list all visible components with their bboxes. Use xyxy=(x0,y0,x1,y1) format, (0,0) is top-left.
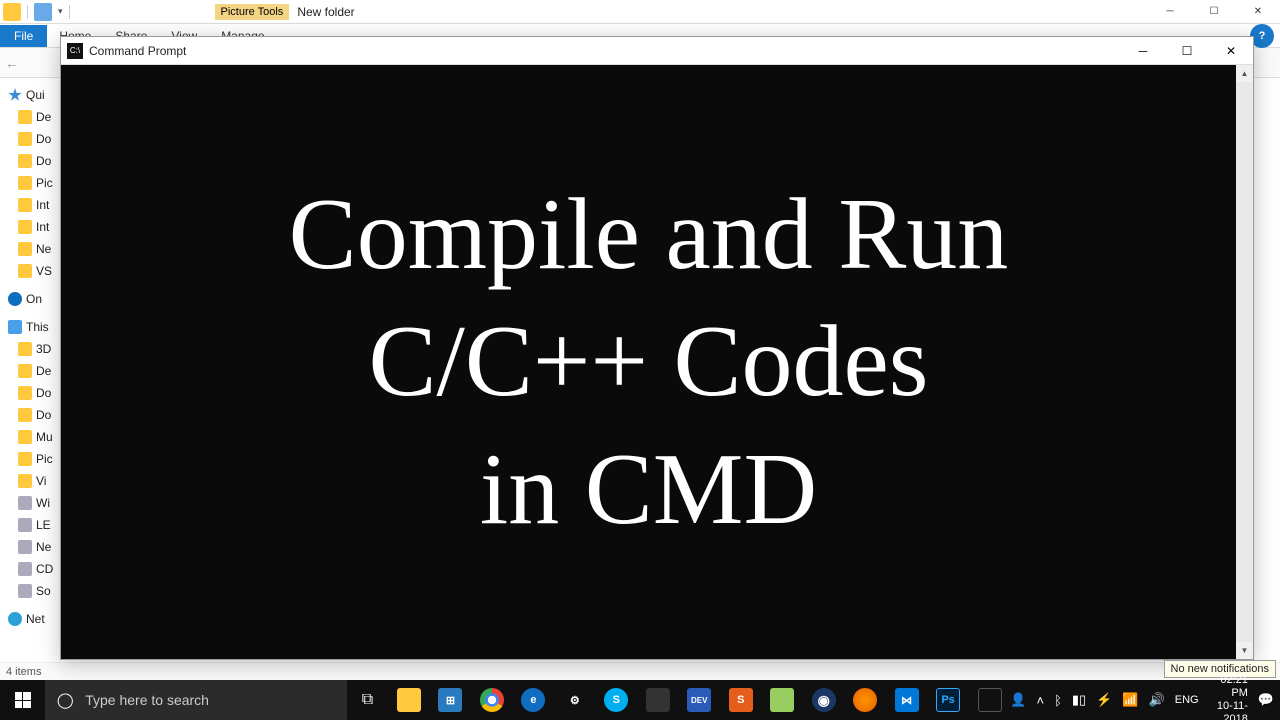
clock[interactable]: 02:21 PM 10-11-2018 xyxy=(1209,674,1248,726)
network[interactable]: Net xyxy=(0,608,60,630)
cmd-titlebar[interactable]: C:\ Command Prompt ─ ☐ ✕ xyxy=(61,37,1253,65)
navigation-pane[interactable]: Qui De Do Do Pic Int Int Ne VS On This 3… xyxy=(0,78,60,662)
taskbar-app-notepad[interactable] xyxy=(761,680,802,720)
folder-icon xyxy=(3,3,21,21)
taskbar-app-explorer[interactable] xyxy=(388,680,429,720)
file-tab[interactable]: File xyxy=(0,25,47,47)
minimize-button[interactable]: ─ xyxy=(1121,37,1165,65)
qat-dropdown-icon[interactable]: ▾ xyxy=(58,6,63,17)
taskbar-app-settings[interactable]: ⚙ xyxy=(554,680,595,720)
sidebar-item[interactable]: De xyxy=(0,360,60,382)
sidebar-item[interactable]: VS xyxy=(0,260,60,282)
power-icon[interactable]: ⚡ xyxy=(1096,692,1112,708)
sidebar-item[interactable]: 3D xyxy=(0,338,60,360)
sidebar-item[interactable]: Int xyxy=(0,216,60,238)
this-pc[interactable]: This xyxy=(0,316,60,338)
close-button[interactable]: ✕ xyxy=(1236,0,1280,24)
command-prompt-window: C:\ Command Prompt ─ ☐ ✕ Compile and Run… xyxy=(60,36,1254,660)
sidebar-item[interactable]: Vi xyxy=(0,470,60,492)
overlay-text-line3: in CMD xyxy=(480,431,817,548)
overlay-text-line2: C/C++ Codes xyxy=(369,303,929,420)
cmd-content-area[interactable]: Compile and Run C/C++ Codes in CMD xyxy=(61,65,1236,659)
maximize-button[interactable]: ☐ xyxy=(1165,37,1209,65)
taskbar-app-devcpp[interactable]: DEV xyxy=(679,680,720,720)
cmd-title-text: Command Prompt xyxy=(89,44,186,58)
sidebar-item[interactable]: Do xyxy=(0,382,60,404)
taskbar-app-sublime[interactable]: S xyxy=(720,680,761,720)
task-view-button[interactable]: ⧉ xyxy=(347,680,388,720)
taskbar-app-firefox[interactable] xyxy=(844,680,885,720)
taskbar-app[interactable] xyxy=(637,680,678,720)
qat-item[interactable] xyxy=(34,3,52,21)
sidebar-item[interactable]: Pic xyxy=(0,448,60,470)
sidebar-item[interactable]: Do xyxy=(0,404,60,426)
minimize-button[interactable]: ─ xyxy=(1148,0,1192,24)
status-bar: 4 items xyxy=(0,662,1280,680)
search-placeholder: Type here to search xyxy=(85,692,209,708)
sidebar-item[interactable]: Pic xyxy=(0,172,60,194)
language-indicator[interactable]: ENG xyxy=(1175,694,1199,706)
tray-chevron-icon[interactable]: ˄ xyxy=(1036,693,1044,708)
sidebar-item[interactable]: De xyxy=(0,106,60,128)
taskbar-app-edge[interactable]: e xyxy=(513,680,554,720)
quick-access-toolbar: ▾ Picture Tools New folder ─ ☐ ✕ xyxy=(0,0,1280,24)
sidebar-item[interactable]: Do xyxy=(0,150,60,172)
volume-icon[interactable]: 🔊 xyxy=(1149,692,1165,708)
quick-access[interactable]: Qui xyxy=(0,84,60,106)
taskbar-app-cmd[interactable] xyxy=(969,680,1010,720)
wifi-icon[interactable]: 📶 xyxy=(1122,692,1138,708)
taskbar-app-skype[interactable]: S xyxy=(596,680,637,720)
action-center-icon[interactable]: 💬 xyxy=(1258,692,1274,708)
sidebar-item[interactable]: Do xyxy=(0,128,60,150)
sidebar-item[interactable]: CD xyxy=(0,558,60,580)
item-count: 4 items xyxy=(6,666,41,678)
taskbar-app-photoshop[interactable]: Ps xyxy=(927,680,968,720)
sidebar-item[interactable]: So xyxy=(0,580,60,602)
overlay-text-line1: Compile and Run xyxy=(289,176,1009,293)
sidebar-item[interactable]: Ne xyxy=(0,536,60,558)
search-box[interactable]: ◯ Type here to search xyxy=(45,680,347,720)
window-title: New folder xyxy=(289,3,362,21)
separator xyxy=(69,5,70,19)
time-text: 02:21 PM xyxy=(1209,674,1248,700)
cmd-icon: C:\ xyxy=(67,43,83,59)
scroll-down-icon[interactable]: ▼ xyxy=(1236,642,1253,659)
sidebar-item[interactable]: Mu xyxy=(0,426,60,448)
cortana-icon: ◯ xyxy=(45,691,85,709)
system-tray: 👤 ˄ ᛒ ▮▯ ⚡ 📶 🔊 ENG 02:21 PM 10-11-2018 💬 xyxy=(1010,680,1280,720)
sidebar-item[interactable]: Wi xyxy=(0,492,60,514)
maximize-button[interactable]: ☐ xyxy=(1192,0,1236,24)
people-icon[interactable]: 👤 xyxy=(1010,692,1026,708)
sidebar-item[interactable]: Ne xyxy=(0,238,60,260)
taskbar-app-vscode[interactable]: ⋈ xyxy=(886,680,927,720)
scroll-track[interactable] xyxy=(1236,82,1253,642)
date-text: 10-11-2018 xyxy=(1209,700,1248,726)
sidebar-item[interactable]: LE xyxy=(0,514,60,536)
scroll-up-icon[interactable]: ▲ xyxy=(1236,65,1253,82)
onedrive[interactable]: On xyxy=(0,288,60,310)
windows-logo-icon xyxy=(15,692,31,708)
bluetooth-icon[interactable]: ᛒ xyxy=(1054,693,1062,708)
start-button[interactable] xyxy=(0,680,45,720)
back-button[interactable]: ← xyxy=(0,55,24,71)
sidebar-item[interactable]: Int xyxy=(0,194,60,216)
picture-tools-tab[interactable]: Picture Tools xyxy=(215,4,290,20)
taskbar-app-store[interactable]: ⊞ xyxy=(430,680,471,720)
separator xyxy=(27,5,28,19)
scrollbar[interactable]: ▲ ▼ xyxy=(1236,65,1253,659)
close-button[interactable]: ✕ xyxy=(1209,37,1253,65)
taskbar-app-chrome[interactable] xyxy=(471,680,512,720)
taskbar-app-bandicam[interactable]: ◉ xyxy=(803,680,844,720)
battery-icon[interactable]: ▮▯ xyxy=(1072,692,1086,708)
taskbar: ◯ Type here to search ⧉ ⊞ e ⚙ S DEV S ◉ … xyxy=(0,680,1280,720)
